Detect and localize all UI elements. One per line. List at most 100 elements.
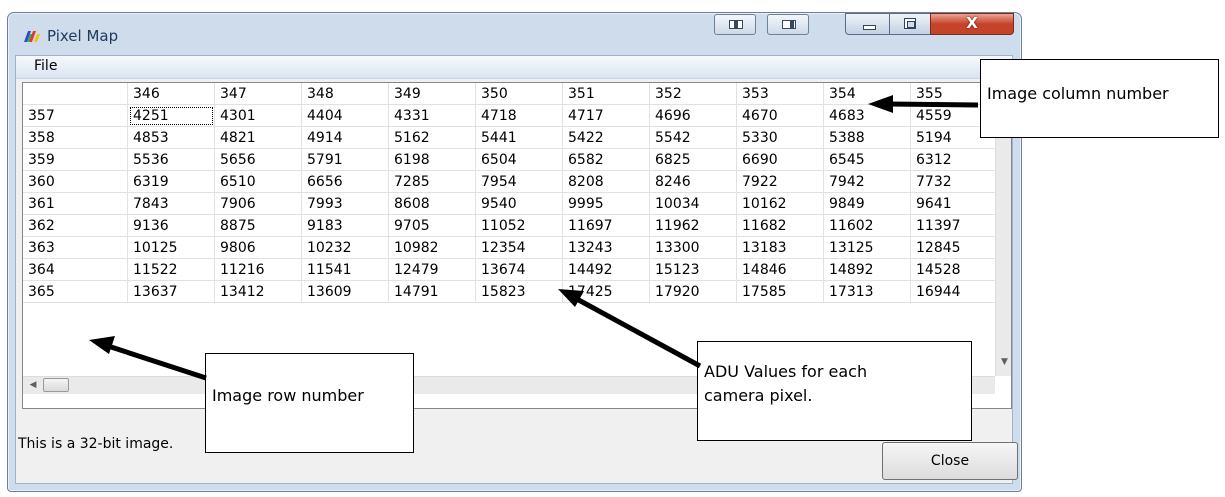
column-header[interactable]: 352	[650, 83, 737, 105]
scroll-left-arrow-icon[interactable]: ◀	[26, 377, 40, 394]
grid-cell[interactable]: 15823	[476, 281, 563, 303]
grid-cell[interactable]: 9136	[128, 215, 215, 237]
grid-cell[interactable]: 5536	[128, 149, 215, 171]
grid-cell[interactable]: 11682	[737, 215, 824, 237]
grid-cell[interactable]: 12845	[911, 237, 998, 259]
grid-cell[interactable]: 4696	[650, 105, 737, 127]
grid-cell[interactable]: 4914	[302, 127, 389, 149]
grid-cell[interactable]: 7993	[302, 193, 389, 215]
grid-cell[interactable]: 7732	[911, 171, 998, 193]
grid-cell[interactable]: 4301	[215, 105, 302, 127]
grid-cell[interactable]: 17585	[737, 281, 824, 303]
grid-cell[interactable]: 6545	[824, 149, 911, 171]
title-bar[interactable]: Pixel Map X	[8, 13, 1021, 55]
grid-cell[interactable]: 6504	[476, 149, 563, 171]
grid-cell[interactable]: 6198	[389, 149, 476, 171]
grid-cell[interactable]: 9806	[215, 237, 302, 259]
grid-cell[interactable]: 9995	[563, 193, 650, 215]
grid-cell[interactable]: 9849	[824, 193, 911, 215]
grid-cell[interactable]: 13609	[302, 281, 389, 303]
dock-right-button[interactable]	[767, 14, 809, 35]
grid-cell[interactable]: 7906	[215, 193, 302, 215]
grid-cell[interactable]: 13412	[215, 281, 302, 303]
grid-cell[interactable]: 8608	[389, 193, 476, 215]
grid-cell[interactable]: 8875	[215, 215, 302, 237]
grid-cell[interactable]: 4853	[128, 127, 215, 149]
column-header[interactable]: 351	[563, 83, 650, 105]
grid-cell[interactable]: 17920	[650, 281, 737, 303]
grid-cell[interactable]: 9705	[389, 215, 476, 237]
row-header[interactable]: 361	[23, 193, 128, 215]
grid-cell[interactable]: 16944	[911, 281, 998, 303]
grid-cell[interactable]: 9641	[911, 193, 998, 215]
grid-cell[interactable]: 4404	[302, 105, 389, 127]
close-window-button[interactable]: X	[930, 13, 1014, 35]
row-header[interactable]: 365	[23, 281, 128, 303]
grid-cell[interactable]: 5441	[476, 127, 563, 149]
grid-cell[interactable]: 14528	[911, 259, 998, 281]
row-header[interactable]: 359	[23, 149, 128, 171]
grid-cell[interactable]: 7285	[389, 171, 476, 193]
grid-cell[interactable]: 10034	[650, 193, 737, 215]
column-header[interactable]: 353	[737, 83, 824, 105]
minimize-button[interactable]	[845, 13, 890, 35]
dock-left-button[interactable]	[714, 14, 756, 35]
grid-cell[interactable]: 9183	[302, 215, 389, 237]
grid-cell[interactable]: 7922	[737, 171, 824, 193]
grid-cell[interactable]: 6312	[911, 149, 998, 171]
scroll-down-arrow-icon[interactable]: ▼	[996, 351, 1011, 373]
grid-cell[interactable]: 9540	[476, 193, 563, 215]
grid-cell[interactable]: 13243	[563, 237, 650, 259]
grid-cell[interactable]: 14846	[737, 259, 824, 281]
grid-cell[interactable]: 5791	[302, 149, 389, 171]
grid-cell[interactable]: 10982	[389, 237, 476, 259]
grid-cell[interactable]: 13300	[650, 237, 737, 259]
grid-cell[interactable]: 13183	[737, 237, 824, 259]
grid-cell[interactable]: 5422	[563, 127, 650, 149]
grid-cell[interactable]: 6690	[737, 149, 824, 171]
grid-cell[interactable]: 4718	[476, 105, 563, 127]
grid-cell[interactable]: 11052	[476, 215, 563, 237]
grid-cell[interactable]: 6319	[128, 171, 215, 193]
grid-cell[interactable]: 11962	[650, 215, 737, 237]
grid-cell[interactable]: 4821	[215, 127, 302, 149]
grid-cell[interactable]: 6825	[650, 149, 737, 171]
grid-cell[interactable]: 11522	[128, 259, 215, 281]
grid-cell[interactable]: 4251	[128, 105, 215, 127]
column-header[interactable]: 349	[389, 83, 476, 105]
grid-cell[interactable]: 10232	[302, 237, 389, 259]
grid-cell[interactable]: 10125	[128, 237, 215, 259]
grid-cell[interactable]: 15123	[650, 259, 737, 281]
close-button[interactable]: Close	[882, 442, 1018, 480]
grid-cell[interactable]: 11697	[563, 215, 650, 237]
grid-cell[interactable]: 4670	[737, 105, 824, 127]
grid-cell[interactable]: 13637	[128, 281, 215, 303]
column-header[interactable]: 346	[128, 83, 215, 105]
grid-cell[interactable]: 14892	[824, 259, 911, 281]
grid-cell[interactable]: 8246	[650, 171, 737, 193]
column-header[interactable]: 347	[215, 83, 302, 105]
row-header[interactable]: 357	[23, 105, 128, 127]
grid-cell[interactable]: 11397	[911, 215, 998, 237]
menu-file[interactable]: File	[31, 58, 60, 74]
grid-cell[interactable]: 4683	[824, 105, 911, 127]
grid-cell[interactable]: 4717	[563, 105, 650, 127]
grid-cell[interactable]: 11216	[215, 259, 302, 281]
row-header[interactable]: 364	[23, 259, 128, 281]
grid-cell[interactable]: 5656	[215, 149, 302, 171]
row-header[interactable]: 360	[23, 171, 128, 193]
horizontal-scroll-thumb[interactable]	[43, 378, 69, 392]
maximize-button[interactable]	[889, 13, 931, 35]
grid-cell[interactable]: 6656	[302, 171, 389, 193]
grid-cell[interactable]: 17425	[563, 281, 650, 303]
grid-cell[interactable]: 10162	[737, 193, 824, 215]
grid-cell[interactable]: 6582	[563, 149, 650, 171]
grid-cell[interactable]: 13125	[824, 237, 911, 259]
grid-cell[interactable]: 8208	[563, 171, 650, 193]
column-header[interactable]: 354	[824, 83, 911, 105]
grid-cell[interactable]: 13674	[476, 259, 563, 281]
column-header[interactable]: 350	[476, 83, 563, 105]
grid-cell[interactable]: 5388	[824, 127, 911, 149]
grid-cell[interactable]: 14791	[389, 281, 476, 303]
grid-cell[interactable]: 17313	[824, 281, 911, 303]
